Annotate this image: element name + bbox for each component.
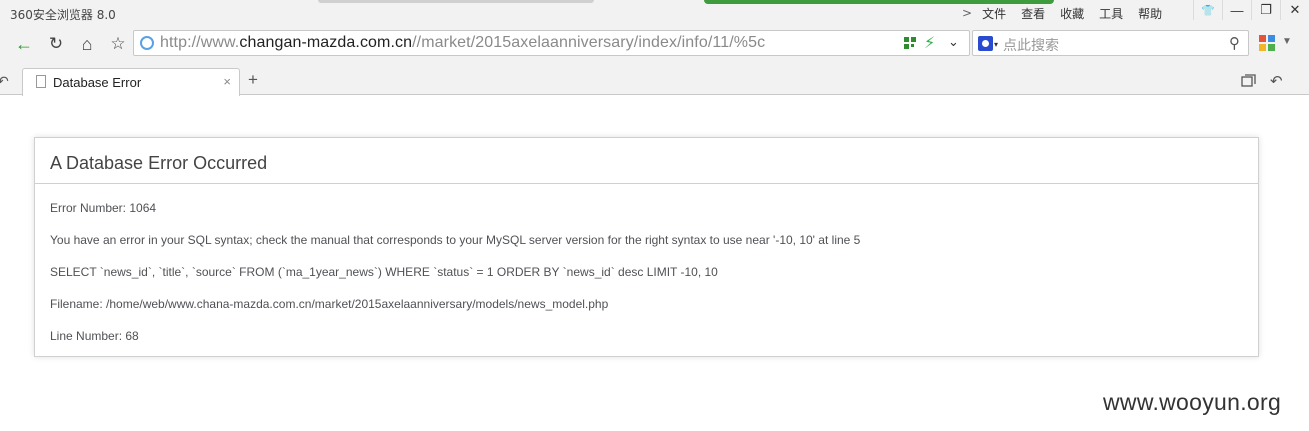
home-button[interactable]: ⌂ [75,32,99,56]
error-line-number: Line Number: 68 [50,329,139,343]
favorite-button[interactable]: ☆ [106,32,130,56]
restore-icon: ❐ [1260,2,1272,17]
page-content: A Database Error Occurred Error Number: … [0,96,1309,431]
restore-button[interactable]: ❐ [1251,0,1280,20]
search-engine-dropdown-icon[interactable]: ▾ [994,40,998,49]
back-arrow-icon: ← [15,33,33,54]
url-path: //market/2015axelaanniversary/index/info… [412,34,766,51]
window-controls: 👕 — ❐ ✕ [1193,0,1309,22]
error-message: You have an error in your SQL syntax; ch… [50,233,861,247]
shirt-icon: 👕 [1201,4,1215,17]
title-drag-handle[interactable] [318,0,594,3]
address-url[interactable]: http://www.changan-mazda.com.cn//market/… [160,34,765,52]
undo-close-tab-icon[interactable]: ↶ [1270,72,1283,90]
apps-icon[interactable] [1259,35,1275,51]
menu-favorites[interactable]: 收藏 [1060,5,1084,22]
tab-bar: ↶ Database Error × + ↶ [0,60,1309,96]
skin-button[interactable]: 👕 [1193,0,1222,20]
minimize-icon: — [1230,2,1244,18]
address-bar[interactable]: http://www.changan-mazda.com.cn//market/… [133,30,970,56]
search-input[interactable]: 点此搜索 [1003,35,1059,55]
close-window-button[interactable]: ✕ [1280,0,1309,20]
error-filename: Filename: /home/web/www.chana-mazda.com.… [50,297,609,311]
reload-button[interactable]: ↻ [44,32,68,56]
menu-bar: > 文件 查看 收藏 工具 帮助 [962,4,1177,22]
tab-database-error[interactable]: Database Error × [22,68,240,96]
app-title: 360安全浏览器 8.0 [10,8,116,22]
error-container: A Database Error Occurred Error Number: … [34,137,1259,357]
error-query: SELECT `news_id`, `title`, `source` FROM… [50,265,718,279]
url-host: changan-mazda.com.cn [239,34,413,51]
menu-expand-icon[interactable]: > [962,6,972,20]
error-title: A Database Error Occurred [35,138,1258,184]
address-dropdown-icon[interactable]: ⌄ [948,34,959,50]
menu-help[interactable]: 帮助 [1138,5,1162,22]
menu-tools[interactable]: 工具 [1099,5,1123,22]
error-number: Error Number: 1064 [50,201,157,215]
document-icon [36,75,46,88]
tab-title: Database Error [53,75,142,90]
minimize-button[interactable]: — [1222,0,1251,20]
tab-list-icon[interactable] [1241,74,1256,88]
new-tab-button[interactable]: + [248,70,258,90]
url-prefix: http://www. [160,34,240,51]
navigation-bar: ← ↻ ⌂ ☆ http://www.changan-mazda.com.cn/… [0,28,1309,60]
search-box[interactable]: ▾ 点此搜索 ⚲ [972,30,1249,56]
site-security-icon [140,36,154,50]
apps-dropdown-icon[interactable]: ▼ [1282,36,1292,47]
restore-tab-icon[interactable]: ↶ [0,73,9,90]
menu-view[interactable]: 查看 [1021,5,1045,22]
tab-close-icon[interactable]: × [223,74,231,89]
watermark: www.wooyun.org [1103,389,1282,415]
reload-icon: ↻ [48,34,64,53]
menu-file[interactable]: 文件 [982,5,1006,22]
search-engine-icon[interactable] [978,36,993,51]
speed-mode-icon[interactable]: ⚡ [924,33,935,53]
home-icon: ⌂ [81,33,93,54]
title-bar: 360安全浏览器 8.0 > 文件 查看 收藏 工具 帮助 👕 — ❐ ✕ [0,0,1309,28]
back-button[interactable]: ← [12,32,36,56]
qr-code-icon[interactable] [904,37,916,49]
star-icon: ☆ [110,34,126,53]
search-icon[interactable]: ⚲ [1229,34,1240,52]
close-icon: ✕ [1289,2,1301,17]
